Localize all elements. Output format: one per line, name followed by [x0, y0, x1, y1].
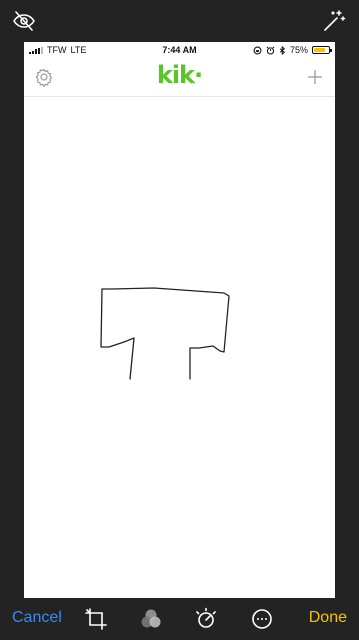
adjust-icon[interactable]: [194, 607, 218, 631]
editor-top-bar: [0, 0, 359, 42]
done-button[interactable]: Done: [309, 609, 347, 627]
battery-percent: 75%: [289, 45, 308, 55]
magic-wand-icon[interactable]: [322, 9, 346, 33]
battery-fill: [314, 48, 325, 52]
plus-icon[interactable]: [305, 67, 325, 87]
crop-rotate-icon[interactable]: [84, 607, 108, 631]
status-right: 75%: [253, 45, 332, 55]
alarm-icon: [266, 45, 275, 55]
battery-icon: [312, 46, 332, 54]
more-icon[interactable]: [250, 607, 274, 631]
status-bar: TFW LTE 7:44 AM 75%: [24, 42, 335, 58]
app-header: kik·: [24, 58, 335, 97]
drawn-t-shape: [100, 287, 230, 380]
rotation-lock-icon: [253, 46, 262, 54]
filters-icon[interactable]: [139, 607, 163, 631]
screenshot-canvas: TFW LTE 7:44 AM 75% kik·: [24, 42, 335, 598]
bluetooth-icon: [279, 45, 286, 55]
cancel-button[interactable]: Cancel: [12, 609, 62, 627]
battery-tip: [330, 49, 332, 52]
editor-bottom-bar: Cancel Done: [0, 598, 359, 640]
eye-slash-icon[interactable]: [12, 9, 36, 33]
kik-logo: kik·: [156, 61, 203, 89]
hand-drawing: [100, 287, 230, 380]
